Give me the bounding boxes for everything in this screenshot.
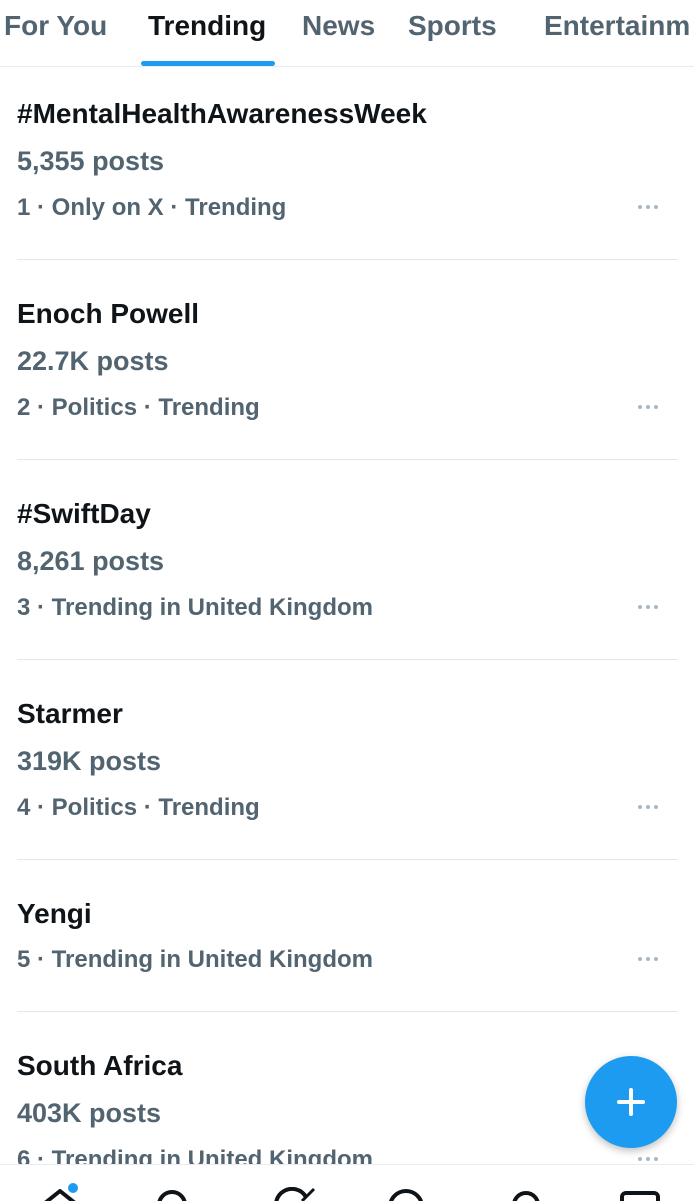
trend-title: Starmer: [17, 698, 123, 729]
trend-meta: 2 · Politics · Trending: [17, 394, 260, 421]
more-horizontal-icon[interactable]: [628, 595, 668, 619]
more-horizontal-icon[interactable]: [628, 195, 668, 219]
trend-item[interactable]: Enoch Powell 22.7K posts 2 · Politics · …: [0, 268, 694, 460]
trend-title: Yengi: [17, 898, 92, 929]
trend-meta: 6 · Trending in United Kingdom: [17, 1146, 373, 1164]
more-horizontal-icon[interactable]: [628, 795, 668, 819]
tab-sports[interactable]: Sports: [408, 10, 497, 66]
trend-title: #SwiftDay: [17, 498, 151, 529]
more-horizontal-icon[interactable]: [628, 395, 668, 419]
more-horizontal-icon[interactable]: [628, 1147, 668, 1164]
trend-post-count: 8,261 posts: [17, 546, 165, 576]
divider: [17, 859, 678, 860]
trend-title: South Africa: [17, 1050, 183, 1081]
plus-icon: [617, 1088, 645, 1116]
notifications-icon[interactable]: [506, 1187, 546, 1201]
trend-item[interactable]: Starmer 319K posts 4 · Politics · Trendi…: [0, 668, 694, 860]
divider: [17, 1011, 678, 1012]
divider: [17, 259, 678, 260]
trend-item[interactable]: #SwiftDay 8,261 posts 3 · Trending in Un…: [0, 468, 694, 660]
grok-icon[interactable]: [272, 1187, 320, 1201]
trend-meta: 3 · Trending in United Kingdom: [17, 594, 373, 621]
tab-entertainment[interactable]: Entertainm: [544, 10, 690, 66]
trend-post-count: 22.7K posts: [17, 346, 169, 376]
trend-item[interactable]: Yengi 5 · Trending in United Kingdom: [0, 868, 694, 1012]
trend-meta: 5 · Trending in United Kingdom: [17, 946, 373, 973]
compose-button[interactable]: [585, 1056, 677, 1148]
trend-title: #MentalHealthAwarenessWeek: [17, 98, 427, 129]
trend-post-count: 5,355 posts: [17, 146, 165, 176]
messages-icon[interactable]: [618, 1187, 662, 1201]
divider: [17, 659, 678, 660]
notification-dot: [68, 1183, 78, 1193]
trend-meta: 4 · Politics · Trending: [17, 794, 260, 821]
more-horizontal-icon[interactable]: [628, 947, 668, 971]
top-tab-bar: For You Trending News Sports Entertainm: [0, 0, 694, 67]
tab-for-you[interactable]: For You: [4, 10, 107, 66]
tab-news[interactable]: News: [302, 10, 375, 66]
bottom-navigation: [0, 1164, 694, 1201]
tab-trending[interactable]: Trending: [148, 10, 266, 66]
trend-meta: 1 · Only on X · Trending: [17, 194, 287, 221]
trend-post-count: 403K posts: [17, 1098, 162, 1128]
trend-title: Enoch Powell: [17, 298, 200, 329]
communities-icon[interactable]: [386, 1187, 426, 1201]
trend-item[interactable]: #MentalHealthAwarenessWeek 5,355 posts 1…: [0, 68, 694, 260]
divider: [17, 459, 678, 460]
active-tab-indicator: [141, 61, 275, 66]
trend-post-count: 319K posts: [17, 746, 162, 776]
search-icon[interactable]: [152, 1187, 192, 1201]
